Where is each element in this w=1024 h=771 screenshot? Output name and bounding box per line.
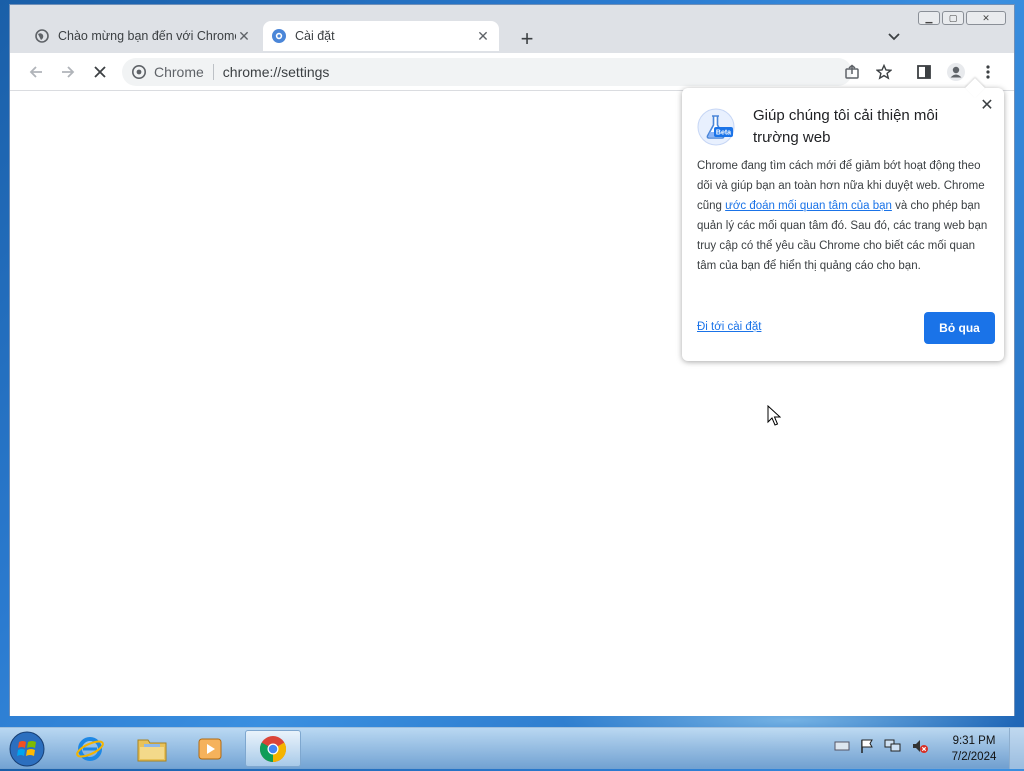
tab-label: Chào mừng bạn đến với Chrome	[58, 29, 236, 43]
menu-kebab-icon[interactable]	[976, 60, 1000, 84]
new-tab-button[interactable]: +	[515, 26, 539, 51]
globe-icon	[34, 28, 50, 44]
chrome-logo-icon	[132, 65, 146, 79]
privacy-sandbox-promo: ✕ Beta Giúp chúng tôi cải thiện môi trườ…	[682, 78, 1004, 361]
tab-search-chevron-icon[interactable]	[884, 27, 904, 47]
chrome-taskbar-icon[interactable]	[245, 730, 301, 767]
bookmark-star-icon[interactable]	[872, 60, 896, 84]
tab-welcome[interactable]: Chào mừng bạn đến với Chrome ✕	[26, 21, 260, 51]
clock[interactable]: 9:31 PM 7/2/2024	[945, 733, 1003, 765]
taskbar: 9:31 PM 7/2/2024	[0, 727, 1024, 769]
mouse-cursor-icon	[767, 404, 782, 427]
go-to-settings-link[interactable]: Đi tới cài đặt	[697, 321, 761, 333]
forward-arrow-icon[interactable]	[56, 60, 80, 84]
action-center-flag-icon[interactable]	[859, 738, 875, 757]
start-button[interactable]	[8, 730, 46, 768]
volume-muted-icon[interactable]	[911, 738, 929, 757]
tab-strip: Chào mừng bạn đến với Chrome ✕ Cài đặt ✕…	[10, 15, 1014, 51]
dismiss-button[interactable]: Bỏ qua	[924, 312, 995, 344]
interests-link[interactable]: ước đoán mối quan tâm của bạn	[725, 200, 892, 212]
toolbar: Chrome chrome://settings	[10, 53, 1014, 91]
settings-gear-icon	[271, 28, 287, 44]
back-arrow-icon[interactable]	[24, 60, 48, 84]
side-panel-icon[interactable]	[912, 60, 936, 84]
tab-label: Cài đặt	[295, 29, 335, 43]
close-icon[interactable]: ✕	[978, 96, 996, 114]
file-explorer-icon[interactable]	[124, 730, 180, 767]
share-icon[interactable]	[840, 60, 864, 84]
system-tray	[834, 738, 929, 757]
address-bar[interactable]: Chrome chrome://settings	[122, 58, 852, 86]
beta-badge-text: Beta	[716, 130, 731, 137]
url-text[interactable]: chrome://settings	[223, 64, 330, 80]
clock-date: 7/2/2024	[951, 751, 997, 763]
omnibox-separator	[212, 64, 214, 80]
close-tab-icon[interactable]: ✕	[475, 28, 491, 44]
omnibox-chip: Chrome	[154, 64, 204, 80]
network-icon[interactable]	[884, 738, 902, 757]
promo-title: Giúp chúng tôi cải thiện môi trường web	[753, 107, 939, 146]
tab-settings[interactable]: Cài đặt ✕	[263, 21, 499, 51]
internet-explorer-icon[interactable]	[62, 730, 118, 767]
promo-body: Chrome đang tìm cách mới để giảm bớt hoạ…	[697, 156, 989, 276]
chrome-window: ▁ ▢ ✕ Chào mừng bạn đến với Chrome ✕ Cài…	[9, 4, 1015, 716]
show-desktop-button[interactable]	[1009, 728, 1024, 769]
beta-flask-icon: Beta	[697, 108, 735, 146]
stop-loading-icon[interactable]	[88, 60, 112, 84]
close-tab-icon[interactable]: ✕	[236, 28, 252, 44]
clock-time: 9:31 PM	[952, 735, 996, 747]
keyboard-icon[interactable]	[834, 740, 850, 755]
profile-avatar-icon[interactable]	[944, 60, 968, 84]
media-player-icon[interactable]	[182, 730, 238, 767]
